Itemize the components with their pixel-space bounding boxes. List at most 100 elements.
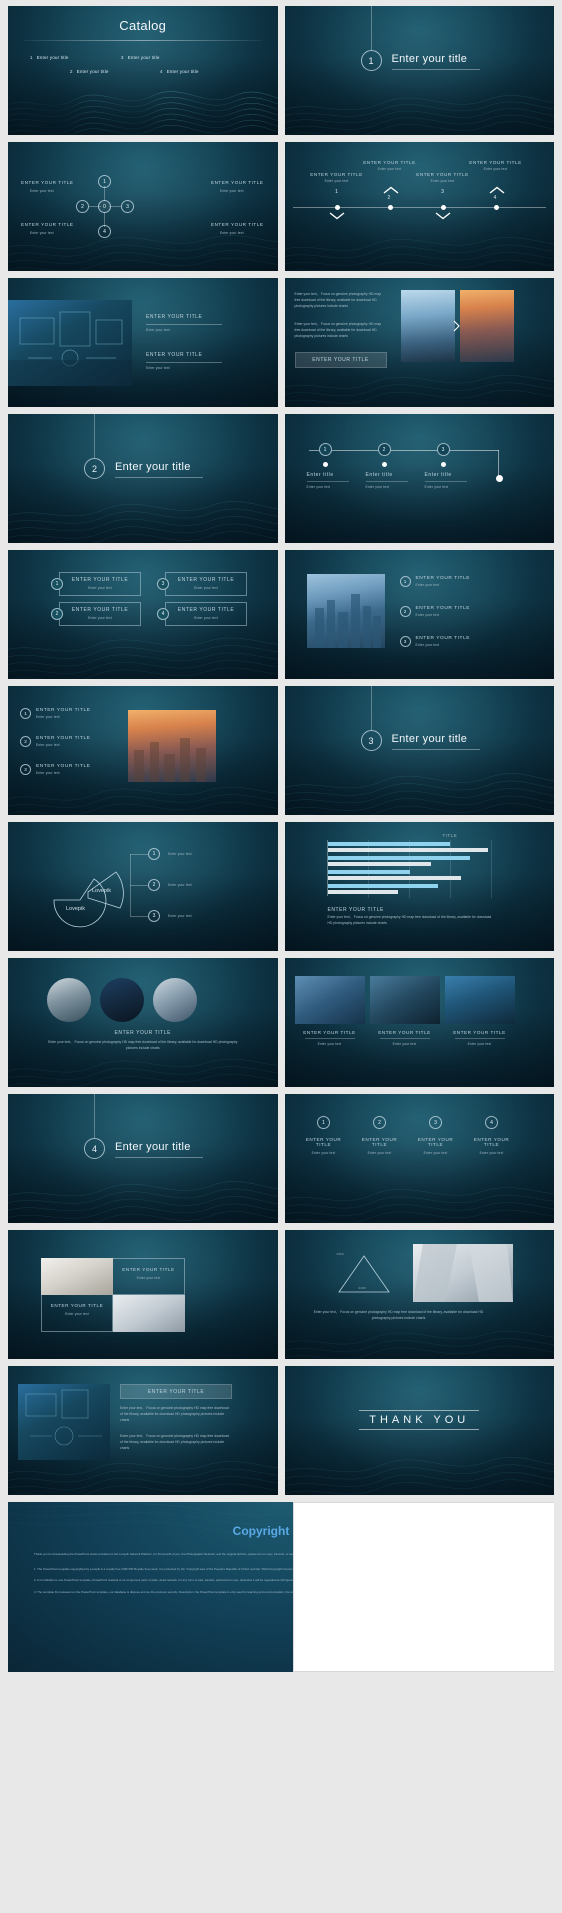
caption-3[interactable]: ENTER YOUR TITLE Enter your text <box>445 1030 515 1046</box>
slide-horizontal-timeline-3[interactable]: 1 Enter title Enter your text 2 Enter ti… <box>284 414 554 543</box>
photo-sunset <box>459 290 514 362</box>
col-item-1[interactable]: 1 ENTER YOUR TITLE Enter your text <box>299 1116 349 1155</box>
slide-four-box-grid[interactable]: ENTER YOUR TITLE Enter your text 1 ENTER… <box>8 550 278 679</box>
divider-content: 4 Enter your title <box>8 1094 278 1223</box>
chevron-right-icon[interactable] <box>452 320 461 332</box>
slide-pie-chart[interactable]: Lovepik Lovepik 1 Enter your text 2 Ente… <box>8 822 278 951</box>
slide-cross-diagram[interactable]: 1 2 3 4 0 ENTER YOUR TITLE Enter your te… <box>8 142 278 271</box>
slide-section-divider-4[interactable]: 4 Enter your title <box>8 1094 278 1223</box>
pie-item-2-number[interactable]: 2 <box>148 879 160 891</box>
slide-triangle-diagram-photo[interactable]: 2560 0409 Enter your text， Focus on genu… <box>284 1230 554 1359</box>
title-underline <box>115 1157 203 1158</box>
bar-series-b-4 <box>327 890 398 894</box>
point-1-num: 1 <box>335 189 338 195</box>
tl-circle-3[interactable]: 3 <box>436 443 450 456</box>
text-cell-1[interactable]: ENTER YOUR TITLE Enter your text <box>113 1258 185 1295</box>
point-3-dot[interactable] <box>440 205 446 210</box>
quadrant-4[interactable]: ENTER YOUR TITLE Enter your text <box>211 222 264 235</box>
list-item-3[interactable]: 3 ENTER YOUR TITLE Enter your text <box>399 636 470 647</box>
timeline-point-2[interactable]: ENTER YOUR TITLE Enter your text <box>359 160 421 171</box>
divider-content: 3 Enter your title <box>285 686 555 815</box>
caption-1[interactable]: ENTER YOUR TITLE Enter your text <box>295 1030 365 1046</box>
list-item-2[interactable]: 2 ENTER YOUR TITLE Enter your text <box>20 736 90 747</box>
cell-2-text: Enter your text <box>65 1312 89 1316</box>
point-2-dot[interactable] <box>387 205 393 210</box>
list-item-1[interactable]: 1 ENTER YOUR TITLE Enter your text <box>20 708 90 719</box>
node-2[interactable]: 2 <box>76 200 89 213</box>
section-title-bar[interactable]: ENTER YOUR TITLE <box>120 1384 232 1399</box>
bracket-arm-3 <box>130 916 148 917</box>
timeline-point-3[interactable]: ENTER YOUR TITLE Enter your text 3 <box>412 172 474 195</box>
point-4-dot[interactable] <box>493 205 499 210</box>
point-1-dot[interactable] <box>334 205 340 210</box>
node-center[interactable]: 0 <box>98 200 111 213</box>
pie-chart-graphic[interactable]: Lovepik Lovepik <box>40 848 132 930</box>
node-1[interactable]: 1 <box>98 175 111 188</box>
node-4[interactable]: 4 <box>98 225 111 238</box>
text-cell-2[interactable]: ENTER YOUR TITLE Enter your text <box>41 1295 113 1332</box>
catalog-item-3[interactable]: 3 Enter your title <box>121 55 160 60</box>
tl-item-2[interactable]: Enter title Enter your text <box>365 472 424 489</box>
col-item-2[interactable]: 2 ENTER YOUR TITLE Enter your text <box>355 1116 405 1155</box>
box-4[interactable]: ENTER YOUR TITLE Enter your text <box>165 602 247 626</box>
list-3-title: ENTER YOUR TITLE <box>415 636 470 641</box>
col-item-3[interactable]: 3 ENTER YOUR TITLE Enter your text <box>411 1116 461 1155</box>
slide-bar-chart[interactable]: TITLE ENTER YOUR TITLE Enter your text， … <box>284 822 554 951</box>
list-item-2[interactable]: 2 ENTER YOUR TITLE Enter your text <box>399 606 470 617</box>
catalog-item-2[interactable]: 2 Enter your title <box>70 69 109 74</box>
paragraph-1: Enter your text， Focus on genuine photog… <box>294 292 382 308</box>
node-3[interactable]: 3 <box>121 200 134 213</box>
pie-item-1-number[interactable]: 1 <box>148 848 160 860</box>
blank-slide[interactable] <box>293 1502 554 1672</box>
slide-text-left-two-images[interactable]: Enter your text， Focus on genuine photog… <box>284 278 554 407</box>
catalog-item-4[interactable]: 4 Enter your title <box>160 69 199 74</box>
quadrant-2[interactable]: ENTER YOUR TITLE Enter your text <box>21 222 74 235</box>
col-item-4[interactable]: 4 ENTER YOUR TITLE Enter your text <box>467 1116 517 1155</box>
catalog-item-1[interactable]: 1 Enter your title <box>30 55 69 60</box>
title-block-1[interactable]: ENTER YOUR TITLE Enter your text <box>146 314 222 332</box>
list-3-text: Enter your text <box>36 771 60 775</box>
slide-four-column-numbers[interactable]: 1 ENTER YOUR TITLE Enter your text 2 ENT… <box>284 1094 554 1223</box>
pie-item-3-number[interactable]: 3 <box>148 910 160 922</box>
list-item-3[interactable]: 3 ENTER YOUR TITLE Enter your text <box>20 764 90 775</box>
tl-item-3[interactable]: Enter title Enter your text <box>424 472 483 489</box>
section-number-badge: 2 <box>84 458 105 479</box>
slide-image-left-three-list[interactable]: 1 ENTER YOUR TITLE Enter your text 2 ENT… <box>284 550 554 679</box>
slide-section-divider-1[interactable]: 1 Enter your title <box>284 6 554 135</box>
tl-circle-1[interactable]: 1 <box>318 443 332 456</box>
slide-three-list-image-right[interactable]: 1 ENTER YOUR TITLE Enter your text 2 ENT… <box>8 686 278 815</box>
copyright-notice-slide[interactable]: Copyright Notice Thank you for downloadi… <box>8 1502 554 1672</box>
box-4-text: Enter your text <box>194 616 218 620</box>
tl-item-1[interactable]: Enter title Enter your text <box>306 472 365 489</box>
tl-rule-3 <box>424 481 467 482</box>
timeline-point-1[interactable]: ENTER YOUR TITLE Enter your text 1 <box>306 172 368 195</box>
tl-circle-2[interactable]: 2 <box>377 443 391 456</box>
quadrant-1[interactable]: ENTER YOUR TITLE Enter your text <box>21 180 74 193</box>
slide-image-left-two-titles[interactable]: ENTER YOUR TITLE Enter your text ENTER Y… <box>8 278 278 407</box>
caption-2-text: Enter your text <box>392 1042 417 1046</box>
box-1-number: 1 <box>51 578 63 590</box>
enter-title-button[interactable]: ENTER YOUR TITLE <box>294 352 387 368</box>
slide-photo-left-text-right[interactable]: ENTER YOUR TITLE Enter your text， Focus … <box>8 1366 278 1495</box>
box-1[interactable]: ENTER YOUR TITLE Enter your text <box>59 572 141 596</box>
caption-2[interactable]: ENTER YOUR TITLE Enter your text <box>370 1030 440 1046</box>
quadrant-3[interactable]: ENTER YOUR TITLE Enter your text <box>211 180 264 193</box>
box-2[interactable]: ENTER YOUR TITLE Enter your text <box>59 602 141 626</box>
bar-series-a-3 <box>327 870 410 874</box>
timeline-axis-end <box>497 450 499 478</box>
slide-three-circle-photos[interactable]: ENTER YOUR TITLE Enter your text， Focus … <box>8 958 278 1087</box>
slide-section-divider-2[interactable]: 2 Enter your title <box>8 414 278 543</box>
box-3[interactable]: ENTER YOUR TITLE Enter your text <box>165 572 247 596</box>
slide-thank-you[interactable]: THANK YOU <box>284 1366 554 1495</box>
pie-item-3-text: Enter your text <box>168 914 192 918</box>
slide-timeline-chevron[interactable]: ENTER YOUR TITLE Enter your text 1 ENTER… <box>284 142 554 271</box>
catalog-item-2-label: Enter your title <box>76 69 109 74</box>
timeline-point-4[interactable]: ENTER YOUR TITLE Enter your text <box>465 160 527 171</box>
title-block-2[interactable]: ENTER YOUR TITLE Enter your text <box>146 352 222 370</box>
list-item-1[interactable]: 1 ENTER YOUR TITLE Enter your text <box>399 576 470 587</box>
slide-section-divider-3[interactable]: 3 Enter your title <box>284 686 555 815</box>
slide-three-photo-captions[interactable]: ENTER YOUR TITLE Enter your text ENTER Y… <box>284 958 554 1087</box>
caption-2-rule <box>379 1038 430 1039</box>
slide-catalog[interactable]: Catalog 1 Enter your title 2 Enter your … <box>8 6 278 135</box>
slide-photo-text-quad[interactable]: ENTER YOUR TITLE Enter your text ENTER Y… <box>8 1230 278 1359</box>
